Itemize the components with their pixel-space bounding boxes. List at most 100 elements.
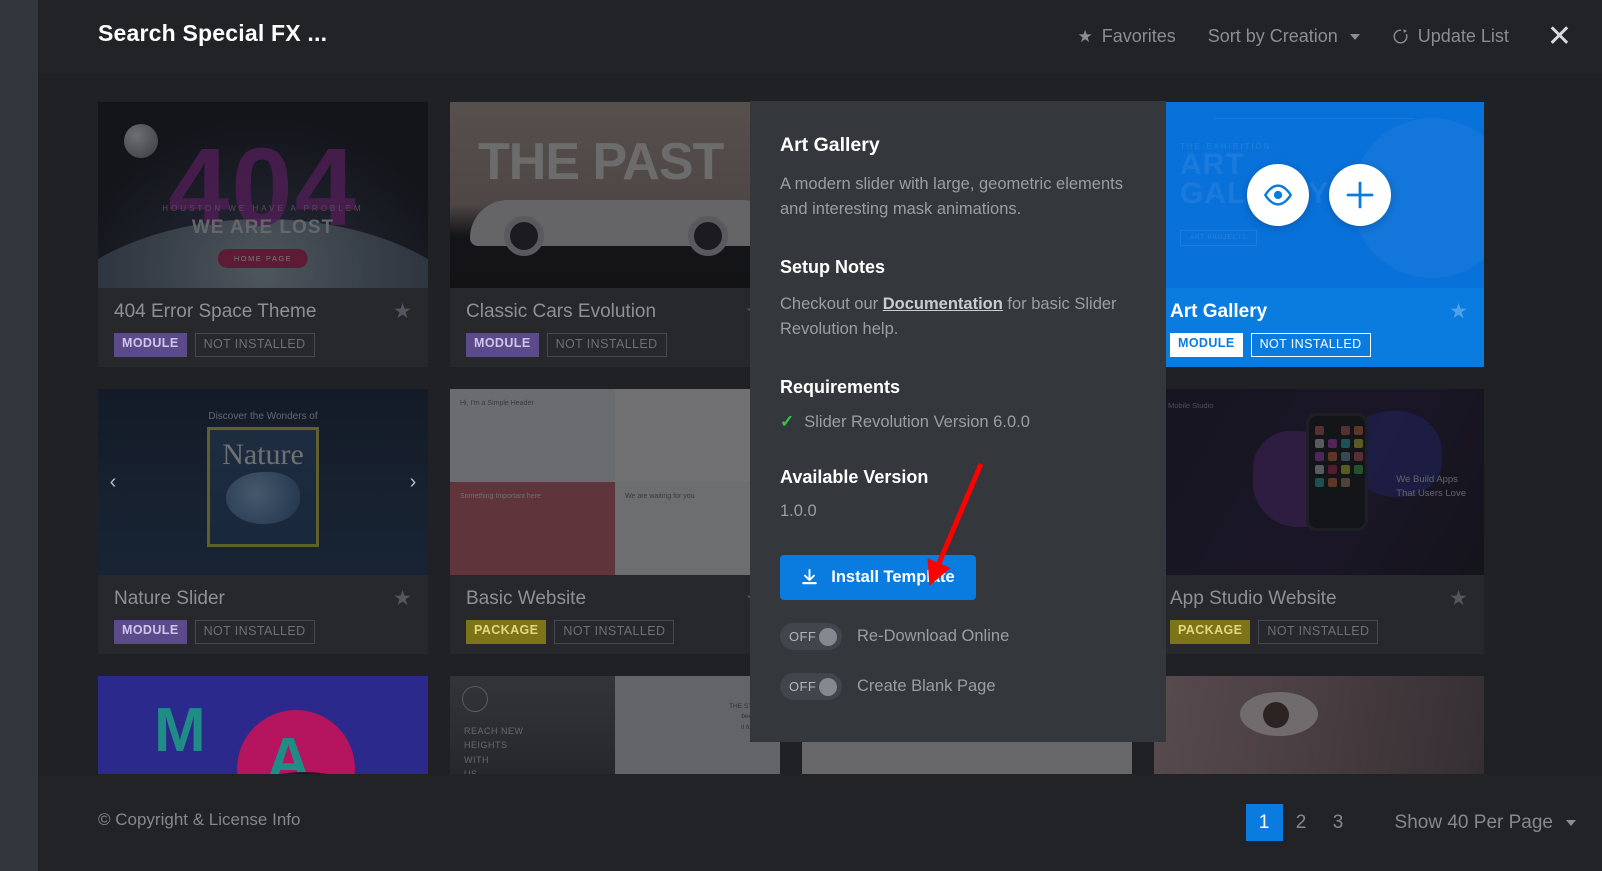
download-icon <box>802 569 818 585</box>
type-badge: PACKAGE <box>466 620 547 644</box>
footer-bar: © Copyright & License Info 1 2 3 Show 40… <box>38 774 1602 871</box>
status-badge: NOT INSTALLED <box>194 333 315 357</box>
card-thumbnail: REACH NEW HEIGHTS WITH US. THE STORY bec… <box>450 676 780 774</box>
type-badge: PACKAGE <box>1170 620 1251 644</box>
template-card-404-error-space-theme[interactable]: 404 HOUSTON WE HAVE A PROBLEM WE ARE LOS… <box>98 102 428 367</box>
template-card-row3-2[interactable]: REACH NEW HEIGHTS WITH US. THE STORY bec… <box>450 676 780 774</box>
status-badge: NOT INSTALLED <box>1250 333 1371 357</box>
chevron-down-icon <box>1566 819 1576 826</box>
toggle-row-blankpage: OFF Create Blank Page <box>780 673 1136 701</box>
card-thumbnail: Discover the Wonders of Nature ‹ › <box>98 389 428 575</box>
card-title: App Studio Website <box>1170 588 1337 609</box>
card-badges: PACKAGE NOT INSTALLED <box>466 620 764 644</box>
status-badge: NOT INSTALLED <box>1258 620 1379 644</box>
create-blank-page-label: Create Blank Page <box>857 677 996 696</box>
favorite-star-icon[interactable]: ★ <box>1449 586 1468 611</box>
available-version-value: 1.0.0 <box>780 502 817 521</box>
thumbnail-dim-overlay <box>450 102 780 288</box>
redownload-toggle[interactable]: OFF <box>780 623 842 651</box>
template-card-row3-1[interactable]: M A <box>98 676 428 774</box>
toggle-state-label: OFF <box>789 629 817 645</box>
status-badge: NOT INSTALLED <box>546 333 667 357</box>
card-body: Classic Cars Evolution ★ MODULE NOT INST… <box>450 288 780 357</box>
toggle-state-label: OFF <box>789 679 817 695</box>
card-title: Nature Slider <box>114 588 225 609</box>
type-badge: MODULE <box>114 620 187 644</box>
card-thumbnail: THE PAST <box>450 102 780 288</box>
thumbnail-art: M A <box>98 676 428 774</box>
card-thumbnail: THE EXHIBITION ART GALLERY ART PROJECTS <box>1154 102 1484 288</box>
template-card-art-gallery[interactable]: THE EXHIBITION ART GALLERY ART PROJECTS <box>1154 102 1484 367</box>
card-thumbnail <box>1154 676 1484 774</box>
create-blank-page-toggle[interactable]: OFF <box>780 673 842 701</box>
page-title: Search Special FX ... <box>98 20 328 46</box>
setup-notes-text: Checkout our Documentation for basic Sli… <box>780 292 1132 342</box>
template-card-nature-slider[interactable]: Discover the Wonders of Nature ‹ › Natur… <box>98 389 428 654</box>
favorite-star-icon[interactable]: ★ <box>393 299 412 324</box>
template-card-classic-cars-evolution[interactable]: THE PAST Classic Cars Evolution ★ MODULE… <box>450 102 780 367</box>
close-icon[interactable]: ✕ <box>1525 21 1582 52</box>
card-body: Nature Slider ★ MODULE NOT INSTALLED <box>98 575 428 644</box>
type-badge: MODULE <box>114 333 187 357</box>
card-title: Art Gallery <box>1170 301 1268 322</box>
requirements-heading: Requirements <box>780 377 901 398</box>
toggle-knob <box>819 627 837 646</box>
available-version-heading: Available Version <box>780 467 929 488</box>
toggle-knob <box>819 677 837 696</box>
template-card-basic-website[interactable]: Hi, I'm a Simple Header Something Import… <box>450 389 780 654</box>
copyright-link[interactable]: © Copyright & License Info <box>98 810 300 830</box>
refresh-icon <box>1393 29 1408 44</box>
carousel-next-icon[interactable]: › <box>402 472 424 492</box>
update-list-label: Update List <box>1417 26 1509 46</box>
card-body: App Studio Website ★ PACKAGE NOT INSTALL… <box>1154 575 1484 644</box>
favorite-star-icon[interactable]: ★ <box>393 586 412 611</box>
card-hover-actions <box>1154 102 1484 288</box>
card-thumbnail: 404 HOUSTON WE HAVE A PROBLEM WE ARE LOS… <box>98 102 428 288</box>
page-button-3[interactable]: 3 <box>1320 804 1357 841</box>
card-body: Art Gallery ★ MODULE NOT INSTALLED <box>1154 288 1484 357</box>
per-page-label: Show 40 Per Page <box>1394 811 1553 833</box>
documentation-link[interactable]: Documentation <box>883 295 1003 313</box>
update-list-button[interactable]: Update List <box>1376 26 1525 47</box>
per-page-dropdown[interactable]: Show 40 Per Page <box>1395 812 1582 834</box>
header-bar: Search Special FX ... ★ Favorites Sort b… <box>38 0 1602 73</box>
template-card-row3-4[interactable] <box>1154 676 1484 774</box>
header-actions: ★ Favorites Sort by Creation Update List… <box>1061 0 1582 73</box>
toggle-row-redownload: OFF Re-Download Online <box>780 623 1136 651</box>
card-title: 404 Error Space Theme <box>114 301 317 322</box>
carousel-prev-icon[interactable]: ‹ <box>102 472 124 492</box>
check-icon: ✓ <box>780 412 795 432</box>
status-badge: NOT INSTALLED <box>194 620 315 644</box>
install-template-label: Install Template <box>831 568 955 587</box>
app-shell: Search Special FX ... ★ Favorites Sort b… <box>38 0 1602 871</box>
thumbnail-dim-overlay <box>1154 676 1484 774</box>
add-button[interactable] <box>1329 164 1391 226</box>
thumbnail-dim-overlay <box>98 389 428 575</box>
page-button-1[interactable]: 1 <box>1245 804 1283 841</box>
requirement-row: ✓ Slider Revolution Version 6.0.0 <box>780 412 1136 432</box>
left-sidebar-rail <box>0 0 38 871</box>
plus-icon <box>1346 181 1374 209</box>
template-card-app-studio-website[interactable]: Mobile Studio <box>1154 389 1484 654</box>
sort-dropdown[interactable]: Sort by Creation <box>1192 26 1376 47</box>
preview-button[interactable] <box>1247 164 1309 226</box>
status-badge: NOT INSTALLED <box>554 620 675 644</box>
type-badge: MODULE <box>466 333 539 357</box>
card-thumbnail: M A <box>98 676 428 774</box>
thumbnail-dim-overlay <box>98 102 428 288</box>
eye-icon <box>1263 184 1293 206</box>
setup-notes-heading: Setup Notes <box>780 257 886 278</box>
popup-title: Art Gallery <box>780 134 880 156</box>
pagination: 1 2 3 Show 40 Per Page <box>1245 804 1582 841</box>
thumbnail-dim-overlay <box>1154 389 1484 575</box>
art-letter: A <box>266 726 311 775</box>
install-template-button[interactable]: Install Template <box>780 555 976 601</box>
card-title: Basic Website <box>466 588 587 609</box>
favorites-label: Favorites <box>1101 26 1176 46</box>
page-button-2[interactable]: 2 <box>1283 804 1320 841</box>
favorite-star-icon[interactable]: ★ <box>1449 299 1468 324</box>
card-thumbnail: Hi, I'm a Simple Header Something Import… <box>450 389 780 575</box>
favorites-button[interactable]: ★ Favorites <box>1061 26 1191 47</box>
card-badges: MODULE NOT INSTALLED <box>114 620 412 644</box>
star-icon: ★ <box>1077 27 1093 46</box>
